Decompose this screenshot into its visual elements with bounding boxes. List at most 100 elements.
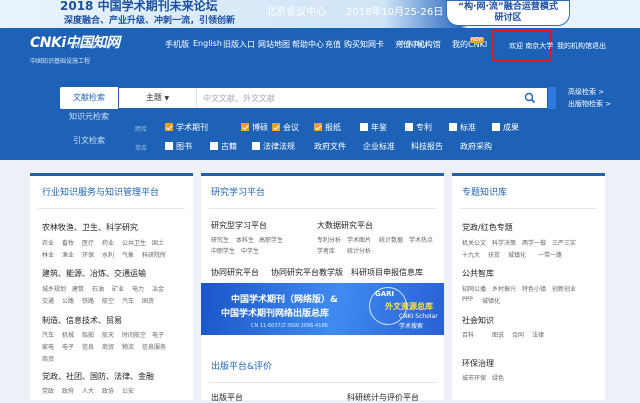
industry-item[interactable]: 环保 (82, 250, 94, 259)
my-org-link[interactable]: 我的机构馆 (557, 41, 592, 51)
industry-item[interactable]: 公安 (122, 386, 134, 395)
subject-select[interactable]: 主题 ▼ (119, 88, 197, 108)
industry-item[interactable]: 家电 (42, 342, 54, 351)
checkbox[interactable] (272, 123, 280, 131)
industry-item[interactable]: 电子 (152, 330, 164, 339)
industry-item[interactable]: 畜牧 (62, 238, 74, 247)
research-item[interactable]: 本科生 (236, 235, 254, 244)
research-item[interactable]: 中学生 (241, 246, 259, 255)
bigdata-item[interactable]: 学术热点 (409, 235, 433, 244)
db-checkbox[interactable]: 成果 (492, 122, 519, 133)
db-checkbox[interactable]: 学术期刊 (165, 122, 208, 133)
industry-item[interactable]: 汽车 (122, 296, 134, 305)
research-item[interactable]: 中职学生 (211, 246, 235, 255)
checkbox[interactable] (165, 142, 173, 150)
bigdata-item[interactable]: 学术图片 (347, 235, 371, 244)
industry-group-title[interactable]: 党政、社团、国防、法律、金融 (42, 371, 154, 382)
search-input[interactable] (203, 90, 503, 106)
industry-item[interactable]: 药业 (102, 238, 114, 247)
industry-item[interactable]: 电力 (132, 284, 144, 293)
industry-item[interactable]: 医疗 (82, 238, 94, 247)
db-checkbox[interactable]: 报纸 (314, 122, 341, 133)
industry-item[interactable]: 电子 (62, 342, 74, 351)
bigdata-item[interactable]: 统计数据 (379, 235, 403, 244)
topic-group-title[interactable]: 社会知识 (462, 315, 494, 326)
db-checkbox[interactable]: 专利 (405, 122, 432, 133)
checkbox[interactable] (165, 123, 173, 131)
journal-promo-banner[interactable]: 中国学术期刊（网络版）& 中国学术期刊网络出版总库 CN 11-6037/Z I… (201, 283, 444, 335)
publish-section-title[interactable]: 出版平台&评价 (211, 359, 272, 372)
db-checkbox[interactable]: 法律法规 (252, 141, 295, 152)
nav-old-version[interactable]: 旧版入口 (223, 39, 255, 50)
db-checkbox[interactable]: 博硕 (241, 122, 268, 133)
topic-group-title[interactable]: 公共智库 (462, 268, 494, 279)
industry-item[interactable]: 科研院所 (142, 250, 166, 259)
industry-item[interactable]: 城乡规划 (42, 284, 66, 293)
study-panel-title[interactable]: 研究学习平台 (211, 185, 265, 198)
industry-item[interactable]: 建筑 (72, 284, 84, 293)
nav-recharge[interactable]: 充值 (325, 39, 341, 50)
industry-item[interactable]: 石油 (92, 284, 104, 293)
checkbox[interactable] (449, 123, 457, 131)
industry-item[interactable]: 航天 (102, 330, 114, 339)
topic-item[interactable]: 一带一路 (538, 250, 562, 259)
checkbox[interactable] (314, 123, 322, 131)
tab-literature-search[interactable]: 文献检索 (60, 87, 118, 109)
publish-platform-link[interactable]: 出版平台 (211, 392, 243, 403)
bigdata-item[interactable]: 统计分析 (347, 246, 371, 255)
industry-item[interactable]: 汽车 (42, 330, 54, 339)
bigdata-platform-link[interactable]: 大数据研究平台 (317, 220, 373, 231)
banner-badge[interactable]: “构·网·流”融合运营模式 研讨区 (446, 0, 570, 26)
topic-item[interactable]: 城镇化 (508, 250, 526, 259)
checkbox[interactable] (492, 123, 500, 131)
research-item[interactable]: 高职学生 (259, 235, 283, 244)
topic-item[interactable]: 城镇化 (482, 296, 500, 305)
topic-item[interactable]: 图说 (492, 330, 504, 339)
industry-group-title[interactable]: 农林牧渔、卫生、科学研究 (42, 222, 138, 233)
research-eval-link[interactable]: 科研统计与评价平台 (347, 392, 419, 403)
industry-item[interactable]: 矿业 (112, 284, 124, 293)
topic-item[interactable]: 十九大 (462, 250, 480, 259)
db-checkbox[interactable]: 年鉴 (360, 122, 387, 133)
industry-item[interactable]: 党政 (42, 386, 54, 395)
industry-item[interactable]: 铁路 (82, 296, 94, 305)
tab-citation-search[interactable]: 引文检索 (60, 135, 118, 147)
topic-item[interactable]: 合同 (512, 330, 524, 339)
industry-item[interactable]: 信息服务 (142, 342, 166, 351)
logout-link[interactable]: 退出 (592, 41, 606, 51)
nav-english[interactable]: English (193, 39, 222, 48)
search-button[interactable] (548, 87, 556, 109)
topic-item[interactable]: 机关公文 (462, 238, 486, 247)
topic-item[interactable]: 绿色 (492, 373, 504, 382)
topic-item[interactable]: 两学一做 (522, 238, 546, 247)
conference-banner[interactable]: 2018 中国学术期刊未来论坛 深度融合、产业升级、冲刺一流，引领创新 北京会议… (0, 0, 640, 28)
industry-item[interactable]: 冶金 (152, 284, 164, 293)
checkbox[interactable] (360, 123, 368, 131)
industry-item[interactable]: 信息 (82, 342, 94, 351)
bigdata-item[interactable]: 学者库 (317, 246, 335, 255)
topic-item[interactable]: 特色小镇 (522, 284, 546, 293)
collab-teaching-link[interactable]: 协同研究平台教学版 (271, 267, 343, 278)
checkbox[interactable] (252, 142, 260, 150)
cnki-logo[interactable]: CNKi中国知网 www.cnki.net 中国知识基础设施工程 (30, 32, 120, 65)
topic-group-title[interactable]: 党政/红色专题 (462, 222, 513, 233)
industry-item[interactable]: 商贸 (102, 342, 114, 351)
nav-help[interactable]: 帮助中心 (292, 39, 324, 50)
industry-panel-title[interactable]: 行业知识服务与知识管理平台 (42, 185, 159, 198)
industry-group-title[interactable]: 制造、信息技术、贸易 (42, 315, 122, 326)
topic-item[interactable]: 法律 (532, 330, 544, 339)
industry-item[interactable]: 气象 (122, 250, 134, 259)
advanced-search-link[interactable]: 高级检索 > (568, 87, 604, 97)
topic-item[interactable]: 百科 (462, 330, 474, 339)
topic-item[interactable]: 科学决策 (492, 238, 516, 247)
publication-search-link[interactable]: 出版物检索 > (568, 99, 611, 109)
industry-item[interactable]: 商贸 (42, 354, 54, 363)
db-link[interactable]: 政府采购 (460, 141, 492, 152)
topic-item[interactable]: 扶贫 (488, 250, 500, 259)
checkbox[interactable] (241, 123, 249, 131)
topic-panel-title[interactable]: 专题知识库 (462, 185, 507, 198)
db-link[interactable]: 科技报告 (411, 141, 443, 152)
industry-item[interactable]: 公共卫生 (122, 238, 146, 247)
collab-research-link[interactable]: 协同研究平台 (211, 267, 259, 278)
industry-item[interactable]: 交通 (42, 296, 54, 305)
